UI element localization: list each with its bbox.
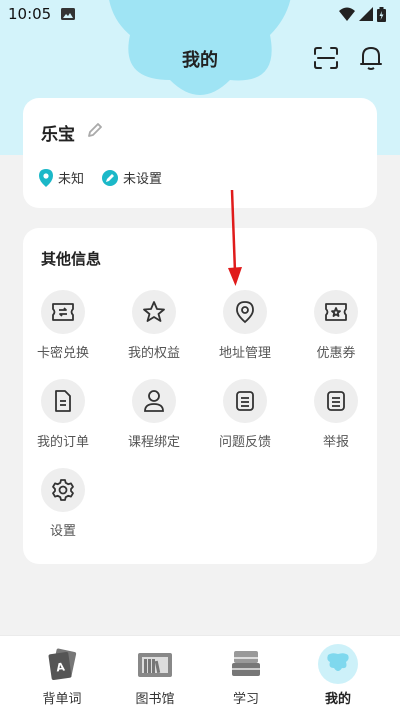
feedback-document-icon bbox=[236, 391, 254, 411]
edit-circle-icon bbox=[102, 169, 119, 186]
pencil-icon bbox=[88, 123, 102, 137]
profile-card: 乐宝 未知 未设置 bbox=[23, 98, 377, 208]
grid-label: 我的订单 bbox=[36, 435, 89, 450]
grid-item-address-management[interactable]: 地址管理 bbox=[205, 290, 285, 370]
report-document-icon bbox=[327, 391, 345, 411]
battery-icon bbox=[377, 6, 386, 22]
nav-label: 图书馆 bbox=[135, 692, 175, 707]
other-info-card: 其他信息 卡密兑换 我的权益 地址管理 优惠券 我的订单 课程绑定 问题反馈 举… bbox=[23, 228, 377, 564]
grid-item-course-binding[interactable]: 课程绑定 bbox=[114, 379, 194, 459]
grid-label: 我的权益 bbox=[127, 346, 180, 361]
grid-label: 举报 bbox=[322, 435, 349, 450]
title-row: 我的 bbox=[0, 40, 400, 76]
grid-item-card-exchange[interactable]: 卡密兑换 bbox=[23, 290, 103, 370]
page-title: 我的 bbox=[182, 50, 218, 71]
grid-item-my-benefits[interactable]: 我的权益 bbox=[114, 290, 194, 370]
grid-label: 卡密兑换 bbox=[36, 346, 89, 361]
gear-icon bbox=[52, 479, 74, 501]
setting-item[interactable]: 未设置 bbox=[102, 168, 162, 187]
location-pin-filled-icon bbox=[39, 168, 53, 187]
avatar-cloud-icon bbox=[318, 644, 358, 684]
setting-value: 未设置 bbox=[123, 172, 163, 187]
wifi-icon bbox=[339, 7, 355, 21]
nav-label: 背单词 bbox=[42, 692, 82, 707]
grid-item-coupons[interactable]: 优惠券 bbox=[296, 290, 376, 370]
nav-item-library[interactable]: 图书馆 bbox=[115, 644, 195, 707]
flashcard-icon: A bbox=[48, 648, 77, 681]
grid-label: 地址管理 bbox=[218, 346, 271, 361]
section-title: 其他信息 bbox=[41, 250, 102, 268]
coupon-icon bbox=[325, 303, 347, 321]
status-bar: 10:05 bbox=[0, 0, 400, 28]
grid-label: 课程绑定 bbox=[127, 435, 180, 450]
edit-name-button[interactable] bbox=[85, 120, 105, 140]
scan-button[interactable] bbox=[312, 44, 340, 72]
bottom-nav: A 背单词 图书馆 学习 我的 bbox=[0, 635, 400, 711]
bookshelf-icon bbox=[138, 653, 172, 677]
grid-item-settings[interactable]: 设置 bbox=[23, 468, 103, 548]
location-pin-icon bbox=[236, 301, 254, 324]
user-name: 乐宝 bbox=[41, 125, 75, 145]
scan-icon bbox=[314, 47, 338, 69]
notification-button[interactable] bbox=[357, 44, 385, 72]
nav-item-study[interactable]: 学习 bbox=[206, 644, 286, 707]
nav-item-mine[interactable]: 我的 bbox=[298, 644, 378, 707]
book-stack-icon bbox=[232, 651, 260, 676]
location-value: 未知 bbox=[58, 172, 85, 187]
status-time: 10:05 bbox=[8, 5, 52, 23]
grid-item-report[interactable]: 举报 bbox=[296, 379, 376, 459]
signal-icon bbox=[359, 7, 373, 21]
location-item[interactable]: 未知 bbox=[39, 168, 84, 187]
annotation-arrow bbox=[228, 189, 242, 286]
grid-item-my-orders[interactable]: 我的订单 bbox=[23, 379, 103, 459]
grid-item-feedback[interactable]: 问题反馈 bbox=[205, 379, 285, 459]
grid-label: 问题反馈 bbox=[218, 435, 271, 450]
grid-label: 设置 bbox=[49, 524, 76, 539]
nav-label: 我的 bbox=[324, 692, 351, 707]
nav-label: 学习 bbox=[232, 692, 259, 707]
bell-icon bbox=[360, 47, 382, 70]
star-icon bbox=[143, 301, 165, 322]
ticket-exchange-icon bbox=[52, 303, 74, 321]
order-document-icon bbox=[55, 390, 71, 412]
grid-label: 优惠券 bbox=[316, 346, 356, 361]
profile-meta-row: 未知 未设置 bbox=[39, 168, 162, 187]
person-icon bbox=[144, 390, 164, 412]
nav-item-vocabulary[interactable]: A 背单词 bbox=[22, 644, 102, 707]
gallery-notification-icon bbox=[61, 8, 76, 20]
